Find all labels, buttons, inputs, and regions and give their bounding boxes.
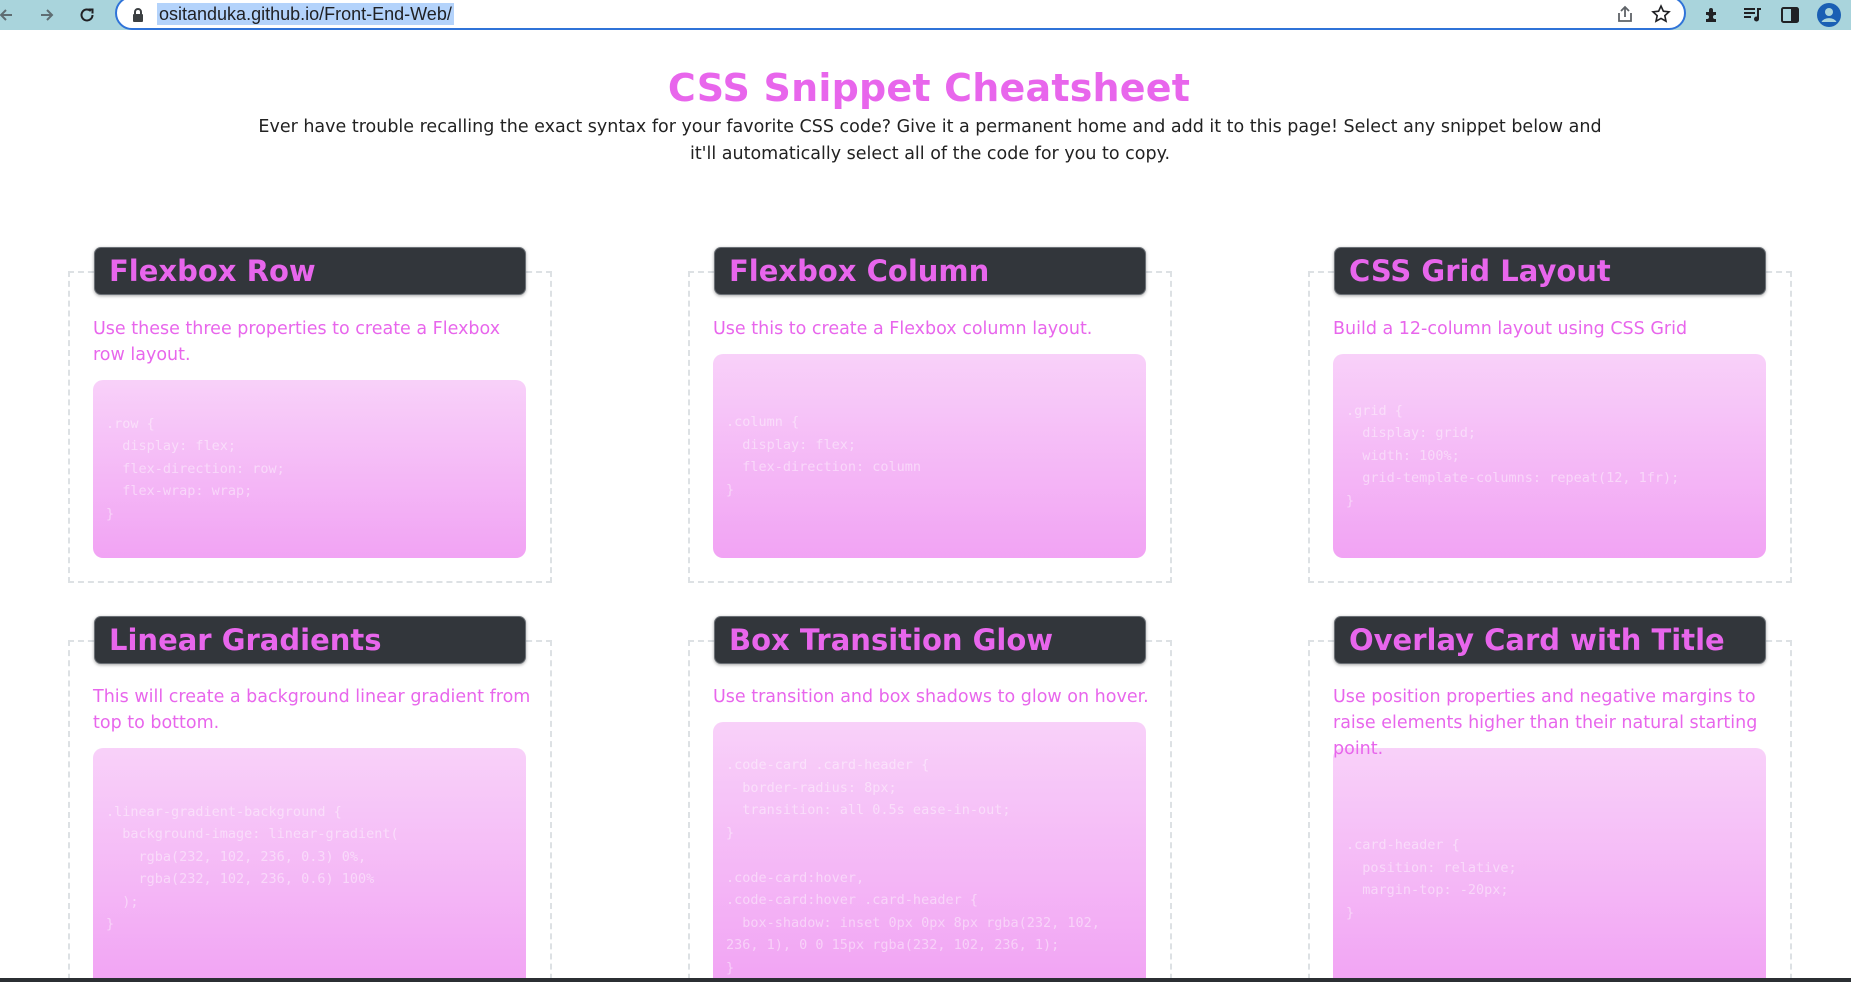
code-block[interactable]: .code-card .card-header { border-radius:… [713, 722, 1146, 982]
code-snippet[interactable]: .code-card .card-header { border-radius:… [726, 754, 1100, 979]
code-block[interactable]: .grid { display: grid; width: 100%; grid… [1333, 354, 1766, 558]
card-description: Use these three properties to create a F… [93, 319, 501, 365]
code-block[interactable]: .linear-gradient-background { background… [93, 748, 526, 982]
code-snippet[interactable]: .card-header { position: relative; margi… [1346, 834, 1517, 924]
media-queue-icon[interactable] [1740, 3, 1764, 27]
card-title: CSS Grid Layout [1349, 254, 1611, 288]
card-title: Flexbox Row [109, 254, 316, 288]
card-header: Box Transition Glow [714, 616, 1146, 664]
code-block[interactable]: .card-header { position: relative; margi… [1333, 748, 1766, 982]
card-header: CSS Grid Layout [1334, 247, 1766, 295]
puzzle-icon[interactable] [1700, 3, 1724, 27]
page-intro: Ever have trouble recalling the exact sy… [258, 117, 1602, 164]
card-title: Linear Gradients [109, 623, 382, 657]
code-block[interactable]: .column { display: flex; flex-direction:… [713, 354, 1146, 558]
url-text[interactable]: ositanduka.github.io/Front-End-Web/ [157, 3, 454, 25]
address-bar[interactable]: ositanduka.github.io/Front-End-Web/ [115, 0, 1686, 30]
profile-icon[interactable] [1817, 3, 1841, 27]
share-icon[interactable] [1613, 2, 1637, 26]
side-panel-icon[interactable] [1778, 3, 1802, 27]
page-title: CSS Snippet Cheatsheet [667, 66, 1191, 110]
code-snippet[interactable]: .row { display: flex; flex-direction: ro… [106, 413, 285, 526]
card-header: Overlay Card with Title [1334, 616, 1766, 664]
card-title: Flexbox Column [729, 254, 990, 288]
code-snippet[interactable]: .column { display: flex; flex-direction:… [726, 411, 921, 501]
reload-icon[interactable] [75, 3, 99, 27]
arrow-left-icon[interactable] [0, 3, 18, 27]
card-description: Build a 12-column layout using CSS Grid [1333, 319, 1688, 339]
card-header: Flexbox Column [714, 247, 1146, 295]
star-icon[interactable] [1649, 2, 1673, 26]
code-block[interactable]: .row { display: flex; flex-direction: ro… [93, 380, 526, 558]
card-description: This will create a background linear gra… [93, 687, 531, 733]
card-description: Use transition and box shadows to glow o… [713, 687, 1149, 707]
arrow-right-icon[interactable] [35, 3, 59, 27]
card-header: Linear Gradients [94, 616, 526, 664]
code-snippet[interactable]: .linear-gradient-background { background… [106, 801, 399, 936]
card-header: Flexbox Row [94, 247, 526, 295]
browser-toolbar: ositanduka.github.io/Front-End-Web/ [0, 0, 1851, 30]
card-description: Use this to create a Flexbox column layo… [713, 319, 1093, 339]
card-title: Overlay Card with Title [1349, 623, 1725, 657]
card-title: Box Transition Glow [729, 623, 1054, 657]
code-snippet[interactable]: .grid { display: grid; width: 100%; grid… [1346, 400, 1679, 513]
lock-icon[interactable] [131, 7, 145, 23]
bottom-edge [0, 978, 1851, 982]
